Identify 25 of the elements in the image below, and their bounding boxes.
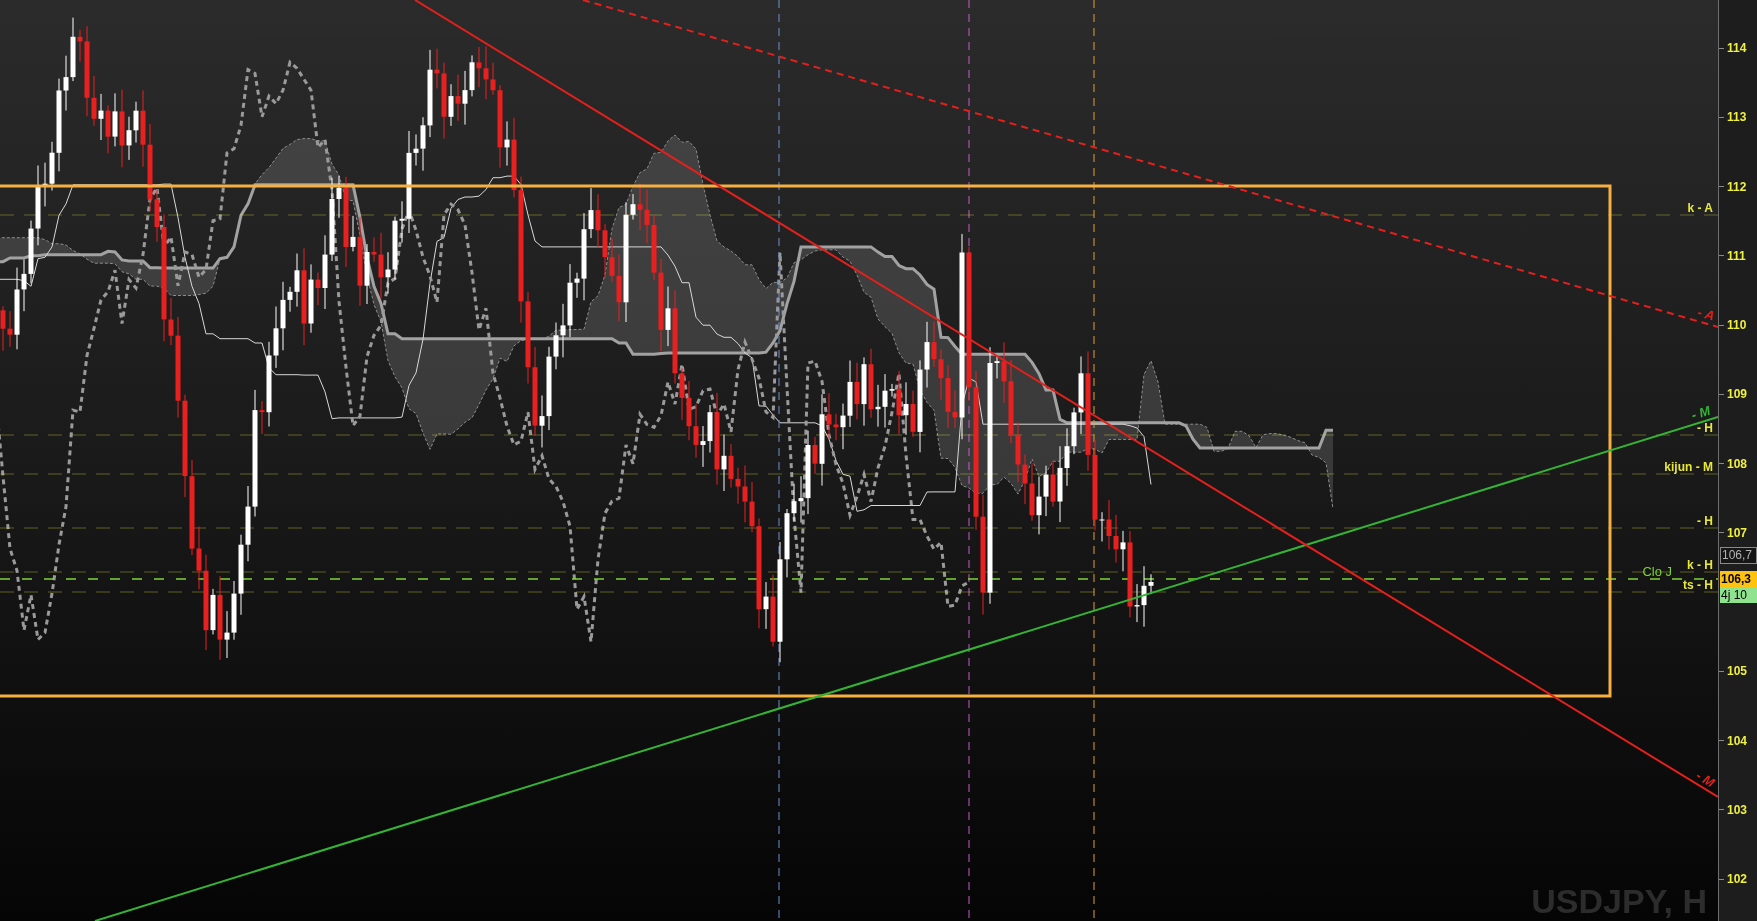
level-label: - H	[1697, 421, 1713, 435]
price-tick-label: 112	[1727, 179, 1747, 194]
price-tick-label: 110	[1727, 318, 1747, 332]
price-tick-label: 113	[1727, 110, 1747, 125]
trend-line-label: - M	[1693, 767, 1718, 791]
level-label: kijun - M	[1664, 460, 1713, 474]
price-tick-label: 114	[1727, 41, 1747, 55]
price-tick-label: 108	[1727, 456, 1748, 471]
price-tick-label: 107	[1727, 525, 1748, 540]
level-label: ts - H	[1683, 578, 1713, 592]
level-label: - H	[1697, 514, 1713, 528]
price-tick-label: 111	[1727, 248, 1746, 263]
price-tick-label: 102	[1727, 872, 1748, 886]
price-tick-label: 109	[1727, 387, 1748, 402]
level-label: Clo J	[1642, 564, 1672, 579]
level-label: k - A	[1687, 201, 1713, 215]
price-badge: 106,3	[1720, 571, 1757, 588]
price-badge: 106,7	[1720, 547, 1757, 564]
price-tick-label: 103	[1727, 802, 1748, 817]
price-tick-label: 104	[1727, 733, 1748, 748]
trend-line-label: - A	[1695, 304, 1717, 324]
price-badge: 4j 10	[1720, 588, 1757, 603]
level-label: k - H	[1687, 558, 1713, 572]
trend-line-label: - M	[1689, 402, 1712, 423]
price-tick-label: 105	[1727, 664, 1748, 679]
